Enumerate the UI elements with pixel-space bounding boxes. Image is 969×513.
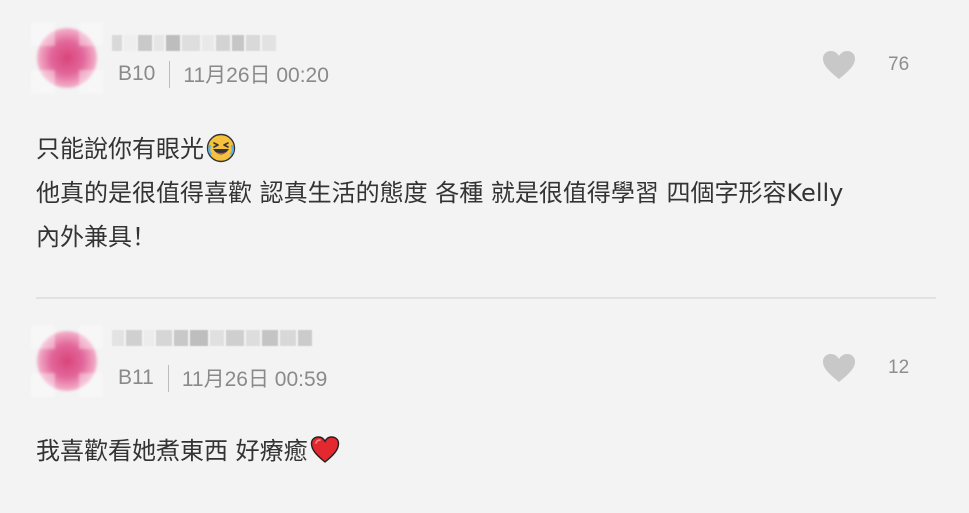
avatar[interactable] xyxy=(31,325,103,397)
author-name-blurred[interactable] xyxy=(112,327,312,349)
comment-b11: B11 11月26日 00:59 12 我喜歡看她煮東西 好療癒 xyxy=(0,299,969,513)
comment-meta: B11 11月26日 00:59 xyxy=(118,364,327,392)
meta-divider xyxy=(169,60,171,88)
heart-icon[interactable] xyxy=(822,353,856,383)
comment-date: 11月26日 00:59 xyxy=(181,368,328,391)
comment-b10: B10 11月26日 00:20 76 只能說你有眼光 他真的是很值得喜歡 認真… xyxy=(0,0,969,298)
like-button[interactable]: 76 xyxy=(822,50,909,80)
like-button[interactable]: 12 xyxy=(822,353,909,383)
comment-line: 只能說你有眼光 xyxy=(36,127,936,171)
comment-meta: B10 11月26日 00:20 xyxy=(118,60,329,88)
avatar[interactable] xyxy=(31,22,103,94)
heart-icon[interactable] xyxy=(822,50,856,80)
comment-body: 我喜歡看她煮東西 好療癒 xyxy=(36,429,936,473)
like-count: 76 xyxy=(888,54,910,75)
author-name-blurred[interactable] xyxy=(112,32,276,54)
floor-number: B11 xyxy=(118,366,154,389)
floor-number: B10 xyxy=(118,62,156,85)
like-count: 12 xyxy=(888,357,910,378)
meta-divider xyxy=(167,364,169,392)
laughing-face-emoji xyxy=(206,133,236,163)
comment-line: 內外兼具！ xyxy=(36,223,156,251)
red-heart-emoji xyxy=(310,436,339,463)
comment-line: 我喜歡看她煮東西 好療癒 xyxy=(36,429,936,473)
comment-body: 只能說你有眼光 他真的是很值得喜歡 認真生活的態度 各種 就是很值得學習 四個字… xyxy=(36,127,936,259)
comment-date: 11月26日 00:20 xyxy=(183,64,329,87)
comment-line: 他真的是很值得喜歡 認真生活的態度 各種 就是很值得學習 四個字形容Kelly xyxy=(36,179,844,207)
